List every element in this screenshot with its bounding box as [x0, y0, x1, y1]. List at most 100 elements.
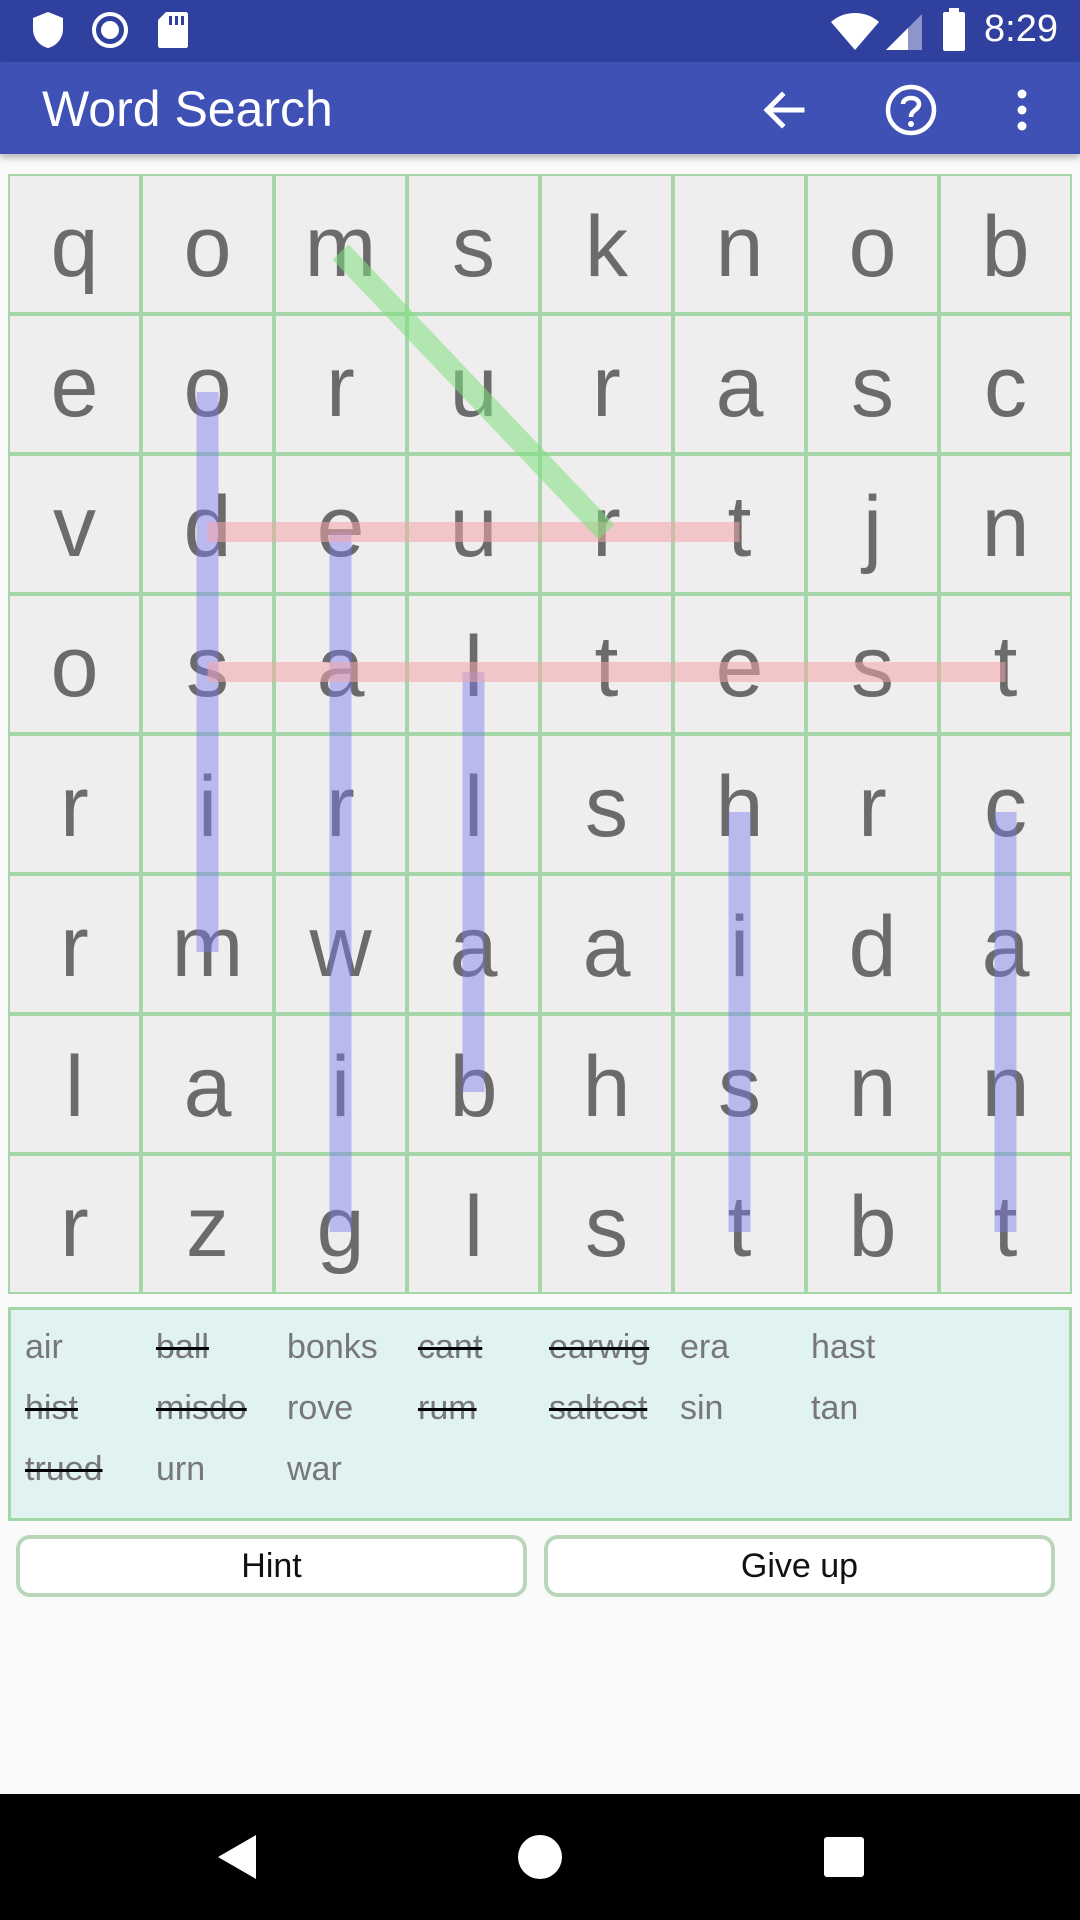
- grid-cell[interactable]: r: [540, 454, 673, 594]
- grid-cell[interactable]: z: [141, 1154, 274, 1294]
- grid-cell[interactable]: t: [673, 454, 806, 594]
- grid-cell[interactable]: o: [141, 174, 274, 314]
- word-list-item: misdo: [156, 1389, 247, 1427]
- grid-cell[interactable]: s: [673, 1014, 806, 1154]
- help-icon[interactable]: [883, 82, 939, 138]
- status-time: 8:29: [984, 8, 1058, 50]
- grid-cell[interactable]: c: [939, 734, 1072, 874]
- word-list-item: war: [287, 1450, 342, 1488]
- word-list-item: rove: [287, 1389, 354, 1427]
- grid-cell[interactable]: o: [141, 314, 274, 454]
- word-list-item: urn: [156, 1450, 206, 1488]
- grid-cell[interactable]: i: [673, 874, 806, 1014]
- status-bar: 8:29: [0, 0, 1080, 62]
- grid-cell[interactable]: l: [407, 1154, 540, 1294]
- grid-cell[interactable]: t: [939, 1154, 1072, 1294]
- record-icon: [92, 12, 128, 48]
- word-list-item: air: [25, 1328, 63, 1366]
- word-list-item: trued: [25, 1450, 103, 1488]
- word-list-item: sin: [680, 1389, 724, 1427]
- shield-icon: [33, 12, 63, 48]
- word-list-item: tan: [811, 1389, 859, 1427]
- grid-cell[interactable]: h: [673, 734, 806, 874]
- app-bar: Word Search: [0, 62, 1080, 154]
- grid-cell[interactable]: b: [407, 1014, 540, 1154]
- word-grid[interactable]: qomsknobeorurascvdeurtjnosaltestrirlshrc…: [8, 174, 1072, 1294]
- give-up-button[interactable]: Give up: [544, 1535, 1055, 1597]
- grid-cell[interactable]: i: [141, 734, 274, 874]
- navigation-bar: [0, 1794, 1080, 1920]
- grid-cell[interactable]: t: [673, 1154, 806, 1294]
- grid-cell[interactable]: b: [939, 174, 1072, 314]
- word-list-item: saltest: [549, 1389, 648, 1427]
- grid-cell[interactable]: a: [540, 874, 673, 1014]
- word-list-item: hast: [811, 1328, 876, 1366]
- grid-cell[interactable]: m: [141, 874, 274, 1014]
- back-arrow-icon[interactable]: [756, 82, 812, 138]
- hint-button[interactable]: Hint: [16, 1535, 527, 1597]
- grid-cell[interactable]: b: [806, 1154, 939, 1294]
- grid-cell[interactable]: r: [8, 734, 141, 874]
- grid-cell[interactable]: c: [939, 314, 1072, 454]
- grid-cell[interactable]: h: [540, 1014, 673, 1154]
- grid-cell[interactable]: r: [8, 1154, 141, 1294]
- grid-cell[interactable]: l: [407, 594, 540, 734]
- grid-cell[interactable]: e: [8, 314, 141, 454]
- grid-cell[interactable]: d: [141, 454, 274, 594]
- grid-cell[interactable]: o: [806, 174, 939, 314]
- grid-cell[interactable]: s: [407, 174, 540, 314]
- word-list-item: era: [680, 1328, 730, 1366]
- grid-cell[interactable]: n: [806, 1014, 939, 1154]
- grid-cell[interactable]: r: [806, 734, 939, 874]
- grid-cell[interactable]: t: [939, 594, 1072, 734]
- grid-cell[interactable]: a: [274, 594, 407, 734]
- grid-cell[interactable]: a: [141, 1014, 274, 1154]
- grid-cell[interactable]: t: [540, 594, 673, 734]
- app-title: Word Search: [42, 81, 333, 137]
- battery-icon: [943, 8, 965, 51]
- grid-cell[interactable]: s: [540, 1154, 673, 1294]
- grid-cell[interactable]: l: [407, 734, 540, 874]
- grid-cell[interactable]: w: [274, 874, 407, 1014]
- grid-cell[interactable]: s: [806, 314, 939, 454]
- grid-cell[interactable]: u: [407, 314, 540, 454]
- grid-cell[interactable]: s: [806, 594, 939, 734]
- grid-cell[interactable]: n: [939, 1014, 1072, 1154]
- word-list-item: cant: [418, 1328, 483, 1366]
- grid-cell[interactable]: n: [939, 454, 1072, 594]
- grid-cell[interactable]: r: [274, 734, 407, 874]
- grid-cell[interactable]: e: [274, 454, 407, 594]
- grid-cell[interactable]: r: [274, 314, 407, 454]
- grid-cell[interactable]: a: [407, 874, 540, 1014]
- letter-grid[interactable]: qomsknobeorurascvdeurtjnosaltestrirlshrc…: [8, 174, 1072, 1294]
- word-list-item: bonks: [287, 1328, 378, 1366]
- word-list: air ball bonks cant earwig era hast hist misdo ro…: [8, 1307, 1072, 1521]
- grid-cell[interactable]: o: [8, 594, 141, 734]
- grid-cell[interactable]: a: [673, 314, 806, 454]
- grid-cell[interactable]: n: [673, 174, 806, 314]
- nav-home-icon[interactable]: [510, 1827, 570, 1887]
- more-vert-icon[interactable]: [994, 82, 1050, 138]
- grid-cell[interactable]: l: [8, 1014, 141, 1154]
- grid-cell[interactable]: r: [540, 314, 673, 454]
- grid-cell[interactable]: q: [8, 174, 141, 314]
- grid-cell[interactable]: v: [8, 454, 141, 594]
- grid-cell[interactable]: m: [274, 174, 407, 314]
- nav-back-icon[interactable]: [206, 1827, 266, 1887]
- grid-cell[interactable]: g: [274, 1154, 407, 1294]
- grid-cell[interactable]: i: [274, 1014, 407, 1154]
- word-list-item: hist: [25, 1389, 78, 1427]
- grid-cell[interactable]: s: [141, 594, 274, 734]
- grid-cell[interactable]: s: [540, 734, 673, 874]
- wifi-icon: [831, 13, 879, 50]
- word-list-item: ball: [156, 1328, 209, 1366]
- grid-cell[interactable]: d: [806, 874, 939, 1014]
- grid-cell[interactable]: a: [939, 874, 1072, 1014]
- grid-cell[interactable]: r: [8, 874, 141, 1014]
- grid-cell[interactable]: j: [806, 454, 939, 594]
- grid-cell[interactable]: e: [673, 594, 806, 734]
- word-list-item: rum: [418, 1389, 477, 1427]
- nav-recents-icon[interactable]: [814, 1827, 874, 1887]
- grid-cell[interactable]: u: [407, 454, 540, 594]
- grid-cell[interactable]: k: [540, 174, 673, 314]
